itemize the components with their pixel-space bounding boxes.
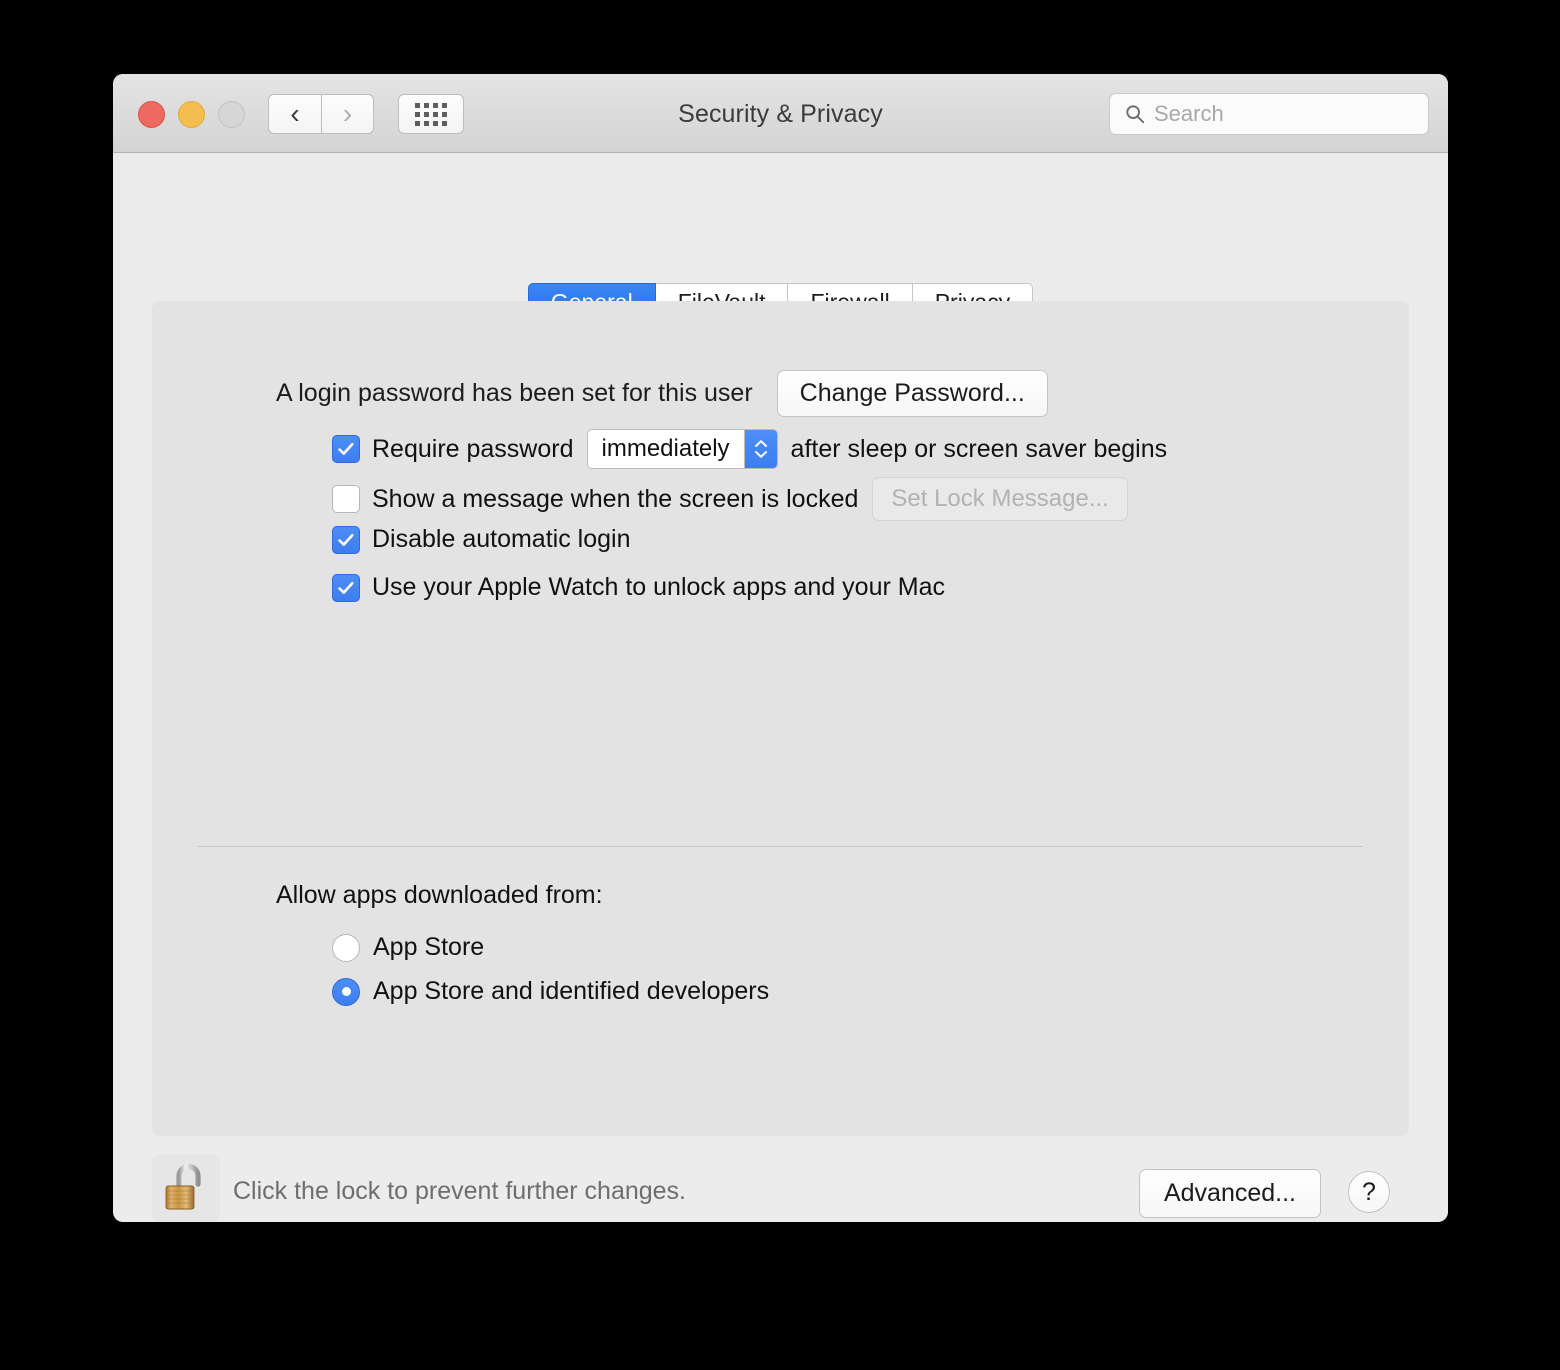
checkmark-icon (338, 581, 354, 594)
lock-status-text: Click the lock to prevent further change… (233, 1177, 687, 1205)
apple-watch-unlock-label: Use your Apple Watch to unlock apps and … (372, 573, 945, 601)
search-icon (1126, 105, 1145, 124)
lock-button[interactable] (152, 1155, 220, 1222)
show-lock-message-label: Show a message when the screen is locked (372, 484, 859, 513)
checkmark-icon (338, 442, 354, 455)
chevron-up-icon (754, 440, 767, 447)
radio-identified-developers-label: App Store and identified developers (373, 977, 770, 1005)
disable-automatic-login-label: Disable automatic login (372, 525, 631, 553)
radio-app-store[interactable] (332, 933, 360, 962)
allow-apps-heading: Allow apps downloaded from: (276, 881, 603, 909)
apple-watch-unlock-row: Use your Apple Watch to unlock apps and … (332, 573, 945, 602)
chevron-down-icon (754, 451, 767, 458)
require-password-interval-combobox[interactable]: immediately (586, 429, 778, 469)
preferences-window: ‹ › Security & Privacy Search General (113, 74, 1448, 1222)
disable-automatic-login-checkbox[interactable] (332, 525, 360, 554)
allow-apps-option-app-store[interactable]: App Store (332, 933, 484, 962)
change-password-button[interactable]: Change Password... (776, 370, 1048, 417)
window-titlebar: ‹ › Security & Privacy Search (113, 74, 1448, 153)
require-password-interval-value: immediately (587, 430, 744, 468)
search-input[interactable]: Search (1109, 93, 1429, 135)
set-lock-message-button[interactable]: Set Lock Message... (872, 477, 1128, 521)
require-password-row: Require password immediately after sleep… (332, 429, 1167, 469)
window-content: General FileVault Firewall Privacy A log… (113, 153, 1448, 1222)
checkmark-icon (338, 533, 354, 546)
search-placeholder: Search (1154, 101, 1224, 126)
help-button[interactable]: ? (1348, 1171, 1390, 1213)
unlocked-padlock-icon (165, 1163, 201, 1210)
radio-app-store-label: App Store (373, 933, 485, 961)
radio-identified-developers[interactable] (332, 977, 360, 1006)
login-password-row: A login password has been set for this u… (276, 370, 1048, 417)
radio-selected-dot (341, 987, 351, 996)
show-lock-message-checkbox[interactable] (332, 485, 360, 513)
allow-apps-option-identified-developers[interactable]: App Store and identified developers (332, 977, 769, 1006)
advanced-button[interactable]: Advanced... (1138, 1169, 1321, 1218)
section-divider (198, 846, 1363, 847)
show-lock-message-row: Show a message when the screen is locked… (332, 477, 1128, 521)
require-password-checkbox[interactable] (332, 435, 360, 463)
login-password-status: A login password has been set for this u… (276, 379, 753, 407)
general-settings-panel: A login password has been set for this u… (152, 301, 1409, 1136)
stepper-control[interactable] (743, 430, 777, 468)
require-password-suffix-label: after sleep or screen saver begins (790, 434, 1168, 463)
apple-watch-unlock-checkbox[interactable] (332, 573, 360, 602)
require-password-label: Require password (372, 434, 574, 463)
disable-automatic-login-row: Disable automatic login (332, 525, 630, 554)
window-footer: Click the lock to prevent further change… (113, 1155, 1448, 1222)
